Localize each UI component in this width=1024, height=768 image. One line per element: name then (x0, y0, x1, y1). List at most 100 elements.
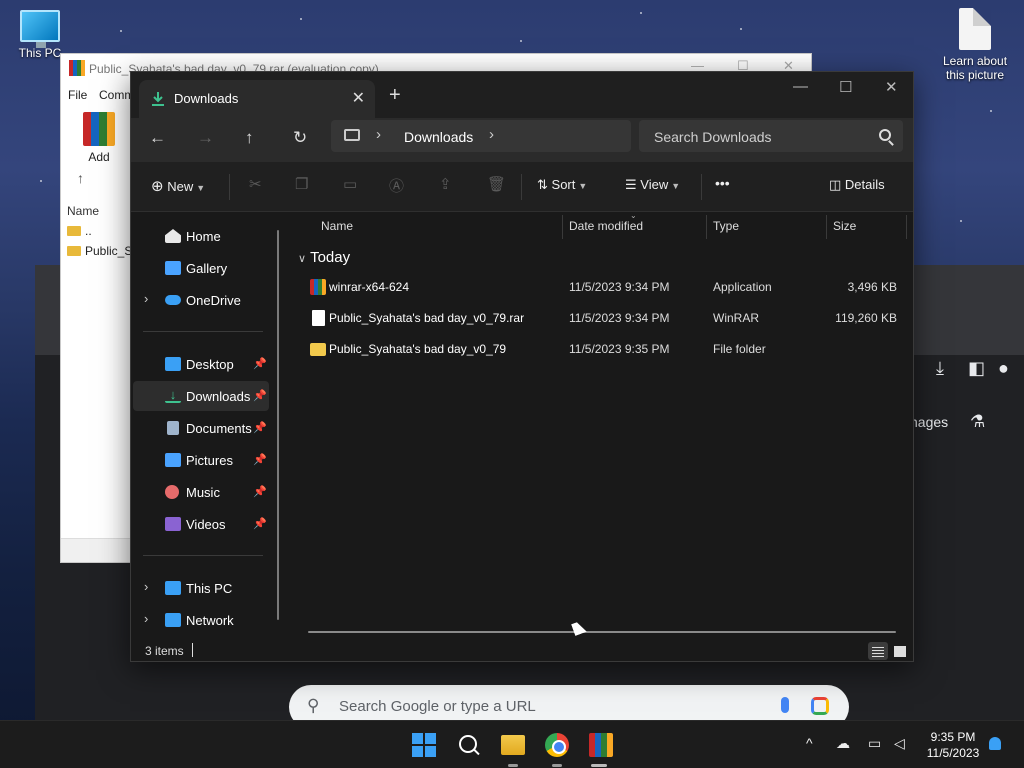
column-divider[interactable] (706, 215, 707, 239)
view-button[interactable]: ☰ View ▼ (625, 177, 680, 193)
gallery-icon (165, 261, 181, 275)
sidebar-item-desktop[interactable]: Desktop 📌 (133, 349, 269, 379)
chevron-right-icon[interactable]: › (144, 611, 148, 626)
column-divider[interactable] (906, 215, 907, 239)
sidebar-item-onedrive[interactable]: › OneDrive (133, 285, 269, 315)
close-icon[interactable]: ✕ (885, 78, 898, 96)
column-header-date[interactable]: Date modified (569, 219, 643, 233)
address-bar[interactable]: › Downloads › (331, 120, 631, 152)
table-row[interactable]: winrar-x64-624 11/5/2023 9:34 PM Applica… (290, 273, 897, 301)
system-clock[interactable]: 9:35 PM 11/5/2023 (920, 729, 986, 761)
sidebar-item-home[interactable]: Home (133, 221, 269, 251)
chrome-images-link[interactable]: nages ⚗ (910, 412, 985, 432)
lens-icon[interactable] (811, 697, 829, 715)
sidebar-item-network[interactable]: › Network (133, 605, 269, 635)
maximize-icon[interactable]: ☐ (839, 78, 852, 96)
group-header-today[interactable]: ∨ Today (298, 249, 350, 266)
chevron-down-icon: ∨ (298, 253, 307, 265)
refresh-icon[interactable]: ↻ (293, 128, 307, 148)
sidebar-item-videos[interactable]: Videos 📌 (133, 509, 269, 539)
start-button[interactable] (412, 733, 436, 757)
sort-icon: ⇅ (537, 177, 548, 192)
sidebar-item-this-pc[interactable]: › This PC (133, 573, 269, 603)
cut-icon[interactable]: ✂ (249, 175, 262, 193)
tab-downloads[interactable]: Downloads ✕ (139, 80, 375, 118)
onedrive-offline-icon[interactable]: ☁ (836, 735, 850, 752)
monitor-icon (344, 129, 360, 141)
file-icon (312, 310, 325, 326)
file-explorer-icon[interactable] (501, 735, 525, 755)
sidebar-item-downloads[interactable]: ↓ Downloads 📌 (133, 381, 269, 411)
column-header-size[interactable]: Size (833, 219, 856, 233)
pin-icon[interactable]: 📌 (253, 453, 267, 466)
sidebar-icon[interactable]: ◧ (968, 358, 985, 379)
pin-icon[interactable]: 📌 (253, 357, 267, 370)
forward-icon[interactable]: → (197, 128, 214, 148)
column-divider[interactable] (562, 215, 563, 239)
breadcrumb-downloads[interactable]: Downloads (404, 129, 473, 145)
download-icon[interactable]: ⤓ (936, 358, 944, 379)
up-arrow-icon[interactable]: ↑ (245, 128, 254, 148)
new-tab-icon[interactable]: + (389, 84, 401, 107)
sidebar-item-music[interactable]: Music 📌 (133, 477, 269, 507)
new-button[interactable]: ⊕ New ▼ (151, 177, 205, 195)
chevron-right-icon[interactable]: › (144, 579, 148, 594)
column-header-type[interactable]: Type (713, 219, 739, 233)
clock-date: 11/5/2023 (926, 746, 980, 760)
volume-muted-icon[interactable]: ◁ (894, 735, 905, 752)
pin-icon[interactable]: 📌 (253, 485, 267, 498)
menu-file[interactable]: File (68, 88, 87, 102)
pin-icon[interactable]: 📌 (253, 517, 267, 530)
videos-icon (165, 517, 181, 531)
list-item[interactable]: Public_Sy (67, 244, 138, 258)
more-options-icon[interactable]: ••• (715, 175, 730, 191)
chrome-icon[interactable] (545, 733, 569, 757)
folder-icon (310, 343, 326, 356)
up-arrow-icon[interactable]: ↑ (77, 170, 84, 186)
microphone-icon[interactable] (781, 697, 789, 713)
pin-icon[interactable]: 📌 (253, 389, 267, 402)
navigation-pane: Home Gallery › OneDrive Desktop 📌 ↓ Down… (131, 213, 289, 639)
winrar-icon[interactable] (589, 733, 613, 757)
winrar-column-name[interactable]: Name (67, 204, 99, 218)
table-row[interactable]: Public_Syahata's bad day_v0_79.rar 11/5/… (290, 304, 897, 332)
minimize-icon[interactable]: — (793, 78, 808, 95)
paste-icon[interactable]: ▭ (343, 175, 357, 193)
notification-bell-icon[interactable] (989, 737, 1001, 750)
details-view-button[interactable] (868, 642, 888, 660)
profile-icon[interactable]: ● (998, 358, 1009, 379)
desktop-icon-learn-about-picture[interactable]: Learn about this picture (935, 8, 1015, 82)
search-icon[interactable] (457, 733, 481, 757)
labs-flask-icon[interactable]: ⚗ (970, 412, 985, 431)
winrar-add-button[interactable]: Add (79, 112, 119, 164)
cloud-icon (165, 295, 181, 305)
file-list: ⌄ Name Date modified Type Size ∨ Today wi… (290, 211, 913, 639)
network-icon[interactable]: ▭ (868, 735, 881, 752)
share-icon[interactable]: ⇪ (439, 175, 452, 193)
sidebar-item-pictures[interactable]: Pictures 📌 (133, 445, 269, 475)
details-button[interactable]: ◫ Details (829, 177, 885, 193)
rename-icon[interactable]: Ⓐ (389, 175, 404, 196)
delete-icon[interactable]: 🗑 (487, 175, 506, 193)
copy-icon[interactable]: ❐ (295, 175, 308, 193)
tiles-view-button[interactable] (890, 642, 910, 660)
chevron-up-icon[interactable]: ^ (806, 735, 813, 751)
horizontal-scrollbar[interactable] (308, 631, 896, 633)
pin-icon[interactable]: 📌 (253, 421, 267, 434)
chevron-right-icon[interactable]: › (376, 126, 381, 143)
close-tab-icon[interactable]: ✕ (352, 88, 365, 108)
back-icon[interactable]: ← (149, 128, 166, 148)
chevron-right-icon[interactable]: › (144, 291, 148, 306)
nav-scrollbar[interactable] (277, 230, 279, 620)
chevron-right-icon[interactable]: › (489, 126, 494, 143)
search-input[interactable]: Search Downloads (639, 120, 903, 152)
sort-button[interactable]: ⇅ Sort ▼ (537, 177, 587, 193)
toolbar-divider (229, 174, 230, 200)
sidebar-item-gallery[interactable]: Gallery (133, 253, 269, 283)
sidebar-item-documents[interactable]: Documents 📌 (133, 413, 269, 443)
table-row[interactable]: Public_Syahata's bad day_v0_79 11/5/2023… (290, 335, 897, 363)
nav-divider (143, 331, 263, 332)
list-item[interactable]: .. (67, 224, 92, 238)
column-divider[interactable] (826, 215, 827, 239)
column-header-name[interactable]: Name (321, 219, 353, 233)
